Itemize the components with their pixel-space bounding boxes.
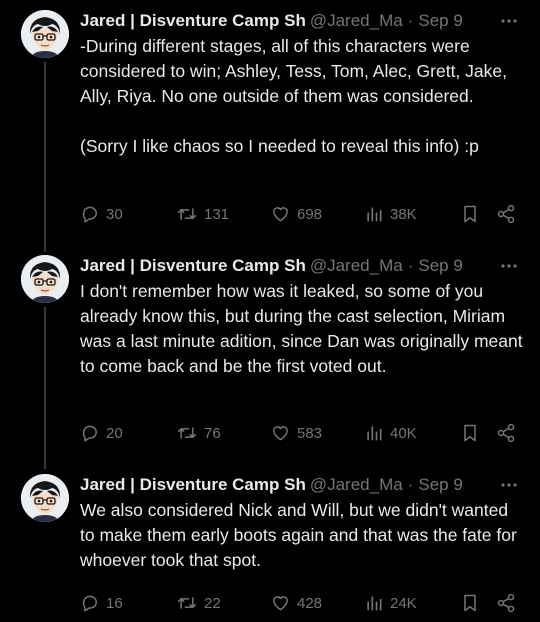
share-button[interactable] [496, 202, 516, 226]
repost-button[interactable]: 22 [176, 591, 221, 615]
heart-icon [273, 596, 288, 611]
heart-icon [273, 426, 288, 441]
tweet-header: Jared | Disventure Camp Sh @Jared_Ma · S… [80, 10, 520, 32]
repost-button[interactable]: 76 [176, 421, 221, 445]
tweet-text: We also considered Nick and Will, but we… [80, 500, 522, 570]
separator-dot: · [407, 11, 414, 30]
display-name[interactable]: Jared | Disventure Camp Sh [80, 474, 306, 496]
share-icon [497, 593, 515, 613]
separator-dot: · [407, 475, 414, 494]
tweet-date[interactable]: Sep 9 [418, 10, 462, 32]
view-count: 38K [390, 205, 417, 223]
like-button[interactable]: 428 [270, 591, 322, 615]
user-handle[interactable]: @Jared_Ma [310, 10, 403, 32]
reply-button[interactable]: 20 [80, 421, 123, 445]
tweet-date[interactable]: Sep 9 [418, 255, 462, 277]
action-bar: 30 131 698 38K [78, 202, 520, 226]
bookmark-button[interactable] [460, 591, 480, 615]
repost-count: 131 [204, 205, 230, 223]
tweet-header: Jared | Disventure Camp Sh @Jared_Ma · S… [80, 255, 520, 277]
display-name[interactable]: Jared | Disventure Camp Sh [80, 10, 306, 32]
like-count: 428 [297, 594, 323, 612]
more-icon[interactable] [498, 255, 520, 277]
views-chart-icon [367, 207, 382, 222]
repost-icon [177, 208, 197, 220]
views-button[interactable]: 40K [364, 421, 417, 445]
heart-icon [273, 207, 288, 222]
tweet[interactable]: Jared | Disventure Camp Sh @Jared_Ma · S… [0, 10, 540, 242]
bookmark-icon [464, 594, 476, 612]
user-handle[interactable]: @Jared_Ma [310, 474, 403, 496]
views-button[interactable]: 24K [364, 591, 417, 615]
tweet-text: -During different stages, all of this ch… [80, 36, 508, 156]
reply-icon [82, 425, 97, 442]
user-handle[interactable]: @Jared_Ma [310, 255, 403, 277]
tweet-date[interactable]: Sep 9 [418, 474, 462, 496]
separator-dot: · [407, 256, 414, 275]
reply-count: 16 [106, 594, 123, 612]
repost-count: 76 [204, 424, 221, 442]
bookmark-icon [464, 424, 476, 442]
tweet-header: Jared | Disventure Camp Sh @Jared_Ma · S… [80, 474, 520, 496]
share-icon [497, 204, 515, 224]
like-count: 698 [297, 205, 323, 223]
share-button[interactable] [496, 421, 516, 445]
bookmark-icon [464, 205, 476, 223]
views-chart-icon [367, 426, 382, 441]
bookmark-button[interactable] [460, 421, 480, 445]
action-bar: 16 22 428 24K [78, 591, 520, 615]
like-button[interactable]: 698 [270, 202, 322, 226]
repost-icon [177, 597, 197, 609]
reply-button[interactable]: 30 [80, 202, 123, 226]
reply-count: 20 [106, 424, 123, 442]
action-bar: 20 76 583 40K [78, 421, 520, 445]
like-button[interactable]: 583 [270, 421, 322, 445]
share-button[interactable] [496, 591, 516, 615]
reply-icon [82, 595, 97, 612]
view-count: 40K [390, 424, 417, 442]
views-chart-icon [367, 596, 382, 611]
display-name[interactable]: Jared | Disventure Camp Sh [80, 255, 306, 277]
repost-icon [177, 427, 197, 439]
more-icon[interactable] [498, 474, 520, 496]
reply-count: 30 [106, 205, 123, 223]
more-icon[interactable] [498, 10, 520, 32]
tweet[interactable]: Jared | Disventure Camp Sh @Jared_Ma · S… [0, 474, 540, 620]
reply-button[interactable]: 16 [80, 591, 123, 615]
share-icon [497, 423, 515, 443]
bookmark-button[interactable] [460, 202, 480, 226]
reply-icon [82, 206, 97, 223]
tweet-text: I don't remember how was it leaked, so s… [80, 281, 528, 376]
like-count: 583 [297, 424, 323, 442]
repost-button[interactable]: 131 [176, 202, 229, 226]
avatar[interactable] [21, 10, 69, 58]
tweet[interactable]: Jared | Disventure Camp Sh @Jared_Ma · S… [0, 255, 540, 455]
avatar[interactable] [21, 474, 69, 522]
views-button[interactable]: 38K [364, 202, 417, 226]
repost-count: 22 [204, 594, 221, 612]
view-count: 24K [390, 594, 417, 612]
avatar[interactable] [21, 255, 69, 303]
